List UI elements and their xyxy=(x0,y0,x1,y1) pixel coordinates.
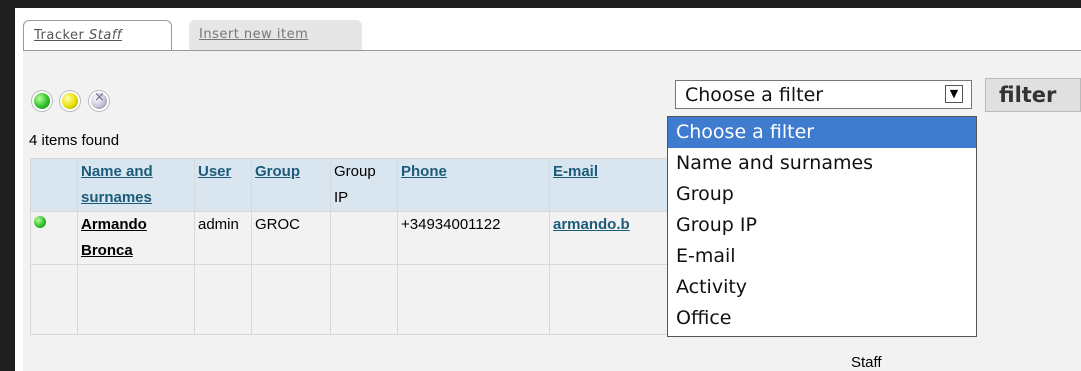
filter-select[interactable]: Choose a filter ▼ xyxy=(675,80,972,109)
tab-insert-label: Insert new item xyxy=(199,27,309,42)
grey-status-filter-icon[interactable] xyxy=(91,90,107,109)
row-phone: +34934001122 xyxy=(397,211,550,265)
yellow-status-filter-icon[interactable] xyxy=(62,93,78,109)
result-count: 4 items found xyxy=(29,132,120,149)
row-user: admin xyxy=(194,211,252,265)
header-group-ip: Group IP xyxy=(330,158,398,212)
chevron-down-icon[interactable]: ▼ xyxy=(945,85,963,103)
tab-insert-new-item[interactable]: Insert new item xyxy=(189,20,362,50)
row-name[interactable]: Armando Bronca xyxy=(77,211,195,265)
filter-option[interactable]: E-mail xyxy=(668,241,976,272)
filter-option[interactable]: Office xyxy=(668,303,976,334)
filter-option[interactable]: Choose a filter xyxy=(668,117,976,148)
header-user[interactable]: User xyxy=(194,158,252,212)
header-group[interactable]: Group xyxy=(251,158,331,212)
tracker-panel: Tracker Staff Insert new item 4 items fo… xyxy=(15,8,1081,371)
header-name[interactable]: Name and surnames xyxy=(77,158,195,212)
filter-option[interactable]: Name and surnames xyxy=(668,148,976,179)
tab-tracker-label: Tracker xyxy=(34,28,90,43)
row-group-ip xyxy=(330,211,398,265)
filter-button[interactable]: filter xyxy=(985,78,1081,112)
header-phone[interactable]: Phone xyxy=(397,158,550,212)
staff-label: Staff xyxy=(851,354,882,371)
filter-option[interactable]: Group xyxy=(668,179,976,210)
row-status xyxy=(30,211,78,265)
filter-option[interactable]: Group IP xyxy=(668,210,976,241)
filter-select-value: Choose a filter xyxy=(685,84,824,106)
green-status-filter-icon[interactable] xyxy=(34,93,50,109)
header-status xyxy=(30,158,78,212)
filter-option[interactable]: Activity xyxy=(668,272,976,303)
tab-tracker-staff[interactable]: Tracker Staff xyxy=(23,20,172,50)
filter-dropdown-list: Choose a filter Name and surnames Group … xyxy=(667,116,977,337)
green-status-icon xyxy=(34,216,46,228)
row-group: GROC xyxy=(251,211,331,265)
tab-tracker-name: Staff xyxy=(89,28,122,43)
